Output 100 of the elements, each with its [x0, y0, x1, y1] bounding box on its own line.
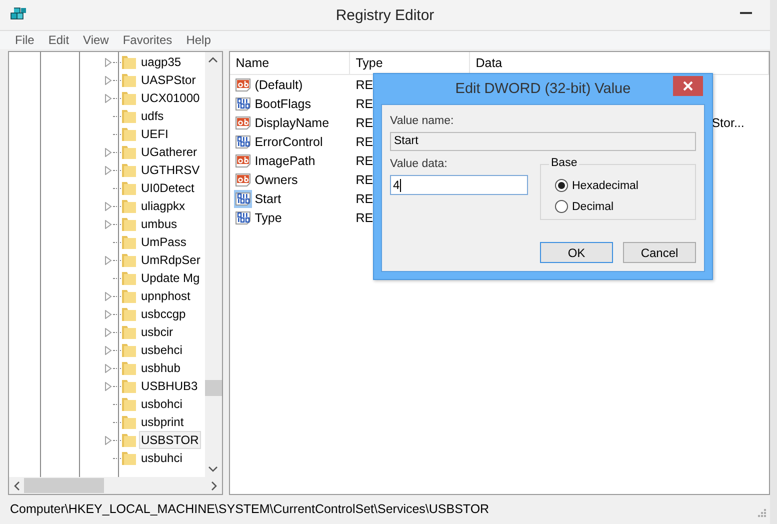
dialog-title: Edit DWORD (32-bit) Value	[455, 81, 631, 97]
value-name[interactable]: Owners	[254, 172, 298, 186]
expand-arrow-icon[interactable]	[105, 364, 112, 372]
folder-icon	[121, 162, 137, 178]
value-type: RE	[356, 116, 374, 130]
status-path: Computer\HKEY_LOCAL_MACHINE\SYSTEM\CurrentControlSet\Services\USBSTOR	[10, 502, 490, 516]
expand-arrow-icon[interactable]	[105, 220, 112, 228]
expand-arrow-icon[interactable]	[105, 58, 112, 66]
resize-grip-icon[interactable]	[756, 507, 766, 517]
value-name[interactable]: ErrorControl	[254, 134, 323, 148]
tree-item[interactable]: usbhub	[139, 359, 182, 377]
scroll-thumb[interactable]	[24, 478, 104, 493]
close-icon	[683, 81, 693, 91]
value-type: RE	[356, 78, 374, 92]
folder-icon	[121, 342, 137, 358]
tree-item[interactable]: UGatherer	[139, 143, 200, 161]
tree-item[interactable]: UGTHRSV	[139, 161, 202, 179]
tree-item[interactable]: upnphost	[139, 287, 192, 305]
expand-arrow-icon[interactable]	[105, 382, 112, 390]
horizontal-scrollbar[interactable]	[9, 477, 222, 494]
tree-item[interactable]: UCX01000	[139, 89, 202, 107]
folder-icon	[121, 396, 137, 412]
value-type: RE	[356, 134, 374, 148]
radio-label[interactable]: Decimal	[572, 200, 614, 212]
value-name[interactable]: ImagePath	[254, 154, 316, 168]
expand-arrow-icon[interactable]	[105, 292, 112, 300]
vertical-scrollbar[interactable]	[204, 52, 222, 477]
tree-item[interactable]: USBHUB3	[139, 377, 200, 395]
tree-item[interactable]: umbus	[139, 215, 180, 233]
tree-item[interactable]: udfs	[139, 107, 166, 125]
tree-item[interactable]: UASPStor	[139, 71, 198, 89]
value-name[interactable]: BootFlags	[254, 96, 311, 110]
menu-item[interactable]: Help	[179, 33, 218, 47]
dialog-button[interactable]: OK	[540, 242, 613, 263]
expand-arrow-icon[interactable]	[105, 202, 112, 210]
folder-icon	[121, 432, 137, 448]
value-name[interactable]: Type	[254, 210, 282, 224]
tree-item[interactable]: Update Mg	[139, 269, 202, 287]
folder-icon	[121, 306, 137, 322]
folder-icon	[121, 72, 137, 88]
folder-icon	[121, 378, 137, 394]
expand-arrow-icon[interactable]	[105, 328, 112, 336]
value-type: RE	[356, 192, 374, 206]
column-header[interactable]: Name	[230, 52, 350, 74]
tree-item[interactable]: usbehci	[139, 341, 184, 359]
tree-item[interactable]: UEFI	[139, 125, 170, 143]
folder-icon	[121, 198, 137, 214]
folder-icon	[121, 144, 137, 160]
expand-arrow-icon[interactable]	[105, 346, 112, 354]
folder-icon	[121, 126, 137, 142]
folder-icon	[121, 324, 137, 340]
tree-item[interactable]: usbuhci	[139, 449, 184, 467]
expand-arrow-icon[interactable]	[105, 76, 112, 84]
tree-item[interactable]: UmRdpSer	[139, 251, 202, 269]
tree-item[interactable]: usbohci	[139, 395, 184, 413]
expand-arrow-icon[interactable]	[105, 166, 112, 174]
radio-button[interactable]	[555, 200, 568, 213]
folder-icon	[121, 90, 137, 106]
expand-arrow-icon[interactable]	[105, 436, 112, 444]
expand-arrow-icon[interactable]	[105, 148, 112, 156]
dialog-button[interactable]: Cancel	[623, 242, 696, 263]
value-name[interactable]: Start	[254, 192, 282, 206]
folder-icon	[121, 414, 137, 430]
close-button[interactable]	[673, 76, 703, 96]
tree-item[interactable]: USBSTOR	[139, 431, 201, 449]
menu-item[interactable]: File	[8, 33, 42, 47]
scroll-thumb[interactable]	[204, 380, 222, 396]
menu-item[interactable]: View	[76, 33, 116, 47]
folder-icon	[121, 270, 137, 286]
folder-icon	[121, 54, 137, 70]
value-type: RE	[356, 210, 374, 224]
expand-arrow-icon[interactable]	[105, 310, 112, 318]
menu-item[interactable]: Favorites	[116, 33, 180, 47]
scroll-left-icon[interactable]	[13, 480, 20, 490]
value-data-field[interactable]: 4	[390, 175, 528, 195]
tree-item[interactable]: usbccgp	[139, 305, 188, 323]
folder-icon	[121, 288, 137, 304]
expand-arrow-icon[interactable]	[105, 256, 112, 264]
value-name[interactable]: (Default)	[254, 78, 303, 92]
radio-label[interactable]: Hexadecimal	[572, 180, 638, 192]
value-name[interactable]: DisplayName	[254, 116, 330, 130]
scroll-right-icon[interactable]	[210, 480, 218, 490]
radio-button[interactable]	[555, 179, 568, 192]
tree-item[interactable]: UmPass	[139, 233, 188, 251]
value-name-label: Value name:	[390, 115, 455, 127]
scroll-up-icon[interactable]	[208, 56, 218, 63]
value-type: RE	[356, 172, 374, 186]
tree-item[interactable]: usbcir	[139, 323, 176, 341]
scroll-down-icon[interactable]	[208, 466, 218, 473]
value-data-label: Value data:	[390, 158, 448, 170]
tree-item[interactable]: usbprint	[139, 413, 186, 431]
folder-icon	[121, 234, 137, 250]
value-name-field: Start	[390, 132, 696, 151]
folder-icon	[121, 252, 137, 268]
menu-item[interactable]: Edit	[41, 33, 76, 47]
folder-icon	[121, 108, 137, 124]
tree-item[interactable]: uagp35	[139, 53, 184, 71]
expand-arrow-icon[interactable]	[105, 94, 112, 102]
tree-item[interactable]: UI0Detect	[139, 179, 196, 197]
tree-item[interactable]: uliagpkx	[139, 197, 188, 215]
